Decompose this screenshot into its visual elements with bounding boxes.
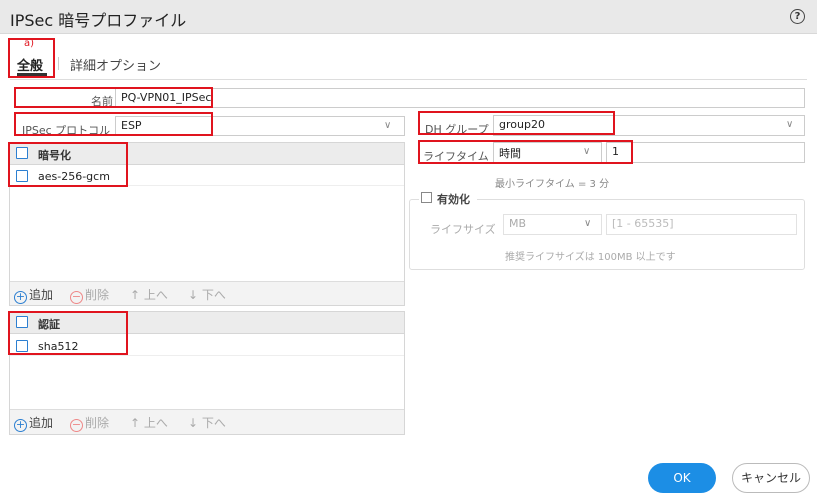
add-label: 追加: [29, 288, 54, 302]
tabs-divider: [10, 79, 807, 80]
encryption-move-down-button[interactable]: ↓ 下へ: [188, 286, 226, 303]
dialog-title: IPSec 暗号プロファイル: [10, 11, 187, 30]
name-input[interactable]: PQ-VPN01_IPSec: [115, 88, 805, 108]
lifesize-placeholder: [1 - 65535]: [612, 217, 674, 230]
encryption-move-up-button[interactable]: ↑ 上へ: [130, 286, 168, 303]
auth-delete-button[interactable]: − 削除: [70, 414, 109, 432]
lifesize-unit-select[interactable]: MB ∨: [503, 214, 602, 235]
arrow-down-icon: ↓: [188, 416, 202, 430]
chevron-down-icon: ∨: [384, 120, 392, 131]
question-circle-icon[interactable]: ?: [790, 9, 805, 24]
lifesize-unit-value: MB: [509, 217, 527, 230]
delete-label: 削除: [85, 416, 110, 430]
minus-circle-icon: −: [70, 290, 83, 304]
plus-circle-icon: +: [14, 418, 27, 432]
annotation-box-lifetime: [418, 140, 633, 164]
annotation-box-ipsec-protocol: [14, 112, 213, 136]
chevron-down-icon: ∨: [584, 218, 592, 229]
annotation-label: a): [24, 38, 35, 49]
auth-move-down-button[interactable]: ↓ 下へ: [188, 414, 226, 431]
row-divider: [10, 355, 404, 356]
lifesize-hint: 推奨ライフサイズは 100MB 以上です: [505, 252, 676, 263]
up-label: 上へ: [143, 288, 168, 302]
tab-advanced-options[interactable]: 詳細オプション: [70, 55, 161, 74]
cancel-button[interactable]: キャンセル: [732, 463, 810, 493]
encryption-add-button[interactable]: + 追加: [14, 286, 53, 304]
annotation-box-dh-group: [418, 111, 615, 135]
auth-add-button[interactable]: + 追加: [14, 414, 53, 432]
minus-circle-icon: −: [70, 418, 83, 432]
lifesize-label: ライフサイズ: [430, 223, 496, 236]
lifesize-enable-label: 有効化: [437, 193, 470, 206]
chevron-down-icon: ∨: [786, 119, 794, 130]
annotation-box-encryption: [8, 142, 128, 187]
add-label: 追加: [29, 416, 54, 430]
lifesize-value-input[interactable]: [1 - 65535]: [606, 214, 797, 235]
delete-label: 削除: [85, 288, 110, 302]
arrow-down-icon: ↓: [188, 288, 202, 302]
tab-active-indicator: [17, 73, 47, 76]
lifetime-value-input[interactable]: 1: [606, 142, 805, 163]
lifesize-enable-checkbox[interactable]: [421, 192, 432, 203]
tab-general[interactable]: 全般: [17, 55, 43, 74]
annotation-box-name: [14, 87, 213, 108]
tab-divider: [58, 57, 59, 70]
down-label: 下へ: [201, 288, 226, 302]
ok-button[interactable]: OK: [648, 463, 716, 493]
arrow-up-icon: ↑: [130, 416, 144, 430]
encryption-delete-button[interactable]: − 削除: [70, 286, 109, 304]
arrow-up-icon: ↑: [130, 288, 144, 302]
up-label: 上へ: [143, 416, 168, 430]
down-label: 下へ: [201, 416, 226, 430]
lifetime-hint: 最小ライフタイム = 3 分: [495, 179, 610, 190]
annotation-box-auth: [8, 311, 128, 355]
plus-circle-icon: +: [14, 290, 27, 304]
auth-move-up-button[interactable]: ↑ 上へ: [130, 414, 168, 431]
